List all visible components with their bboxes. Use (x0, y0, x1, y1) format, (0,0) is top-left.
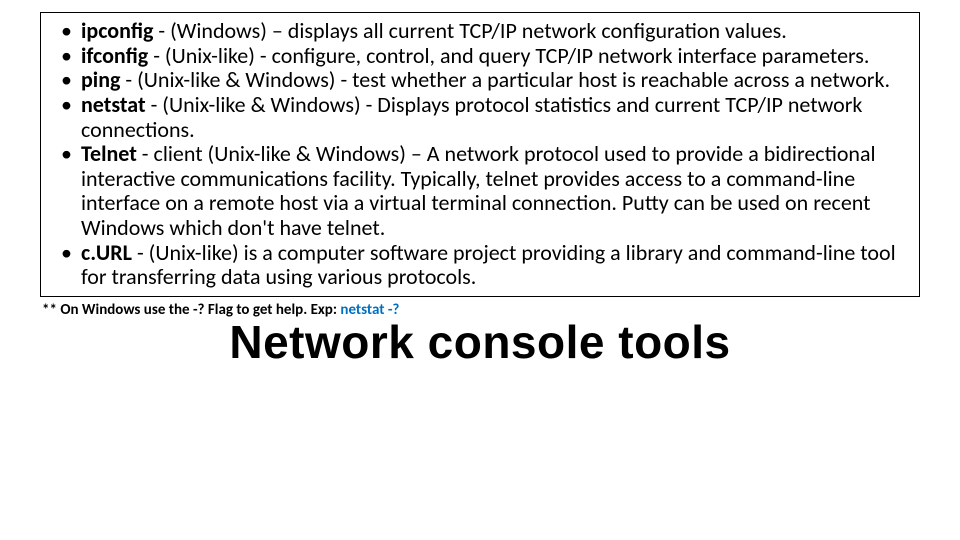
page-title: Network console tools (40, 315, 920, 369)
slide: ipconfig - (Windows) – displays all curr… (0, 0, 960, 540)
term: netstat (81, 91, 146, 118)
definition: - (Unix-like & Windows) - Displays proto… (81, 91, 862, 143)
term: ipconfig (81, 17, 153, 44)
definition: - (Unix-like) - configure, control, and … (148, 42, 869, 69)
list-item: c.URL - (Unix-like) is a computer softwa… (59, 241, 901, 290)
definition: - client (Unix-like & Windows) – A netwo… (81, 140, 876, 241)
list-item: ifconfig - (Unix-like) - configure, cont… (59, 44, 901, 69)
content-box: ipconfig - (Windows) – displays all curr… (40, 12, 920, 297)
term: ifconfig (81, 42, 148, 69)
definition: - (Unix-like & Windows) - test whether a… (120, 66, 890, 93)
definition: - (Unix-like) is a computer software pro… (81, 239, 896, 291)
definition: - (Windows) – displays all current TCP/I… (153, 17, 786, 44)
term: ping (81, 66, 120, 93)
list-item: ipconfig - (Windows) – displays all curr… (59, 19, 901, 44)
list-item: netstat - (Unix-like & Windows) - Displa… (59, 93, 901, 142)
term: Telnet (81, 140, 137, 167)
bullet-list: ipconfig - (Windows) – displays all curr… (59, 19, 901, 290)
list-item: ping - (Unix-like & Windows) - test whet… (59, 68, 901, 93)
list-item: Telnet - client (Unix-like & Windows) – … (59, 142, 901, 241)
term: c.URL (81, 239, 132, 266)
